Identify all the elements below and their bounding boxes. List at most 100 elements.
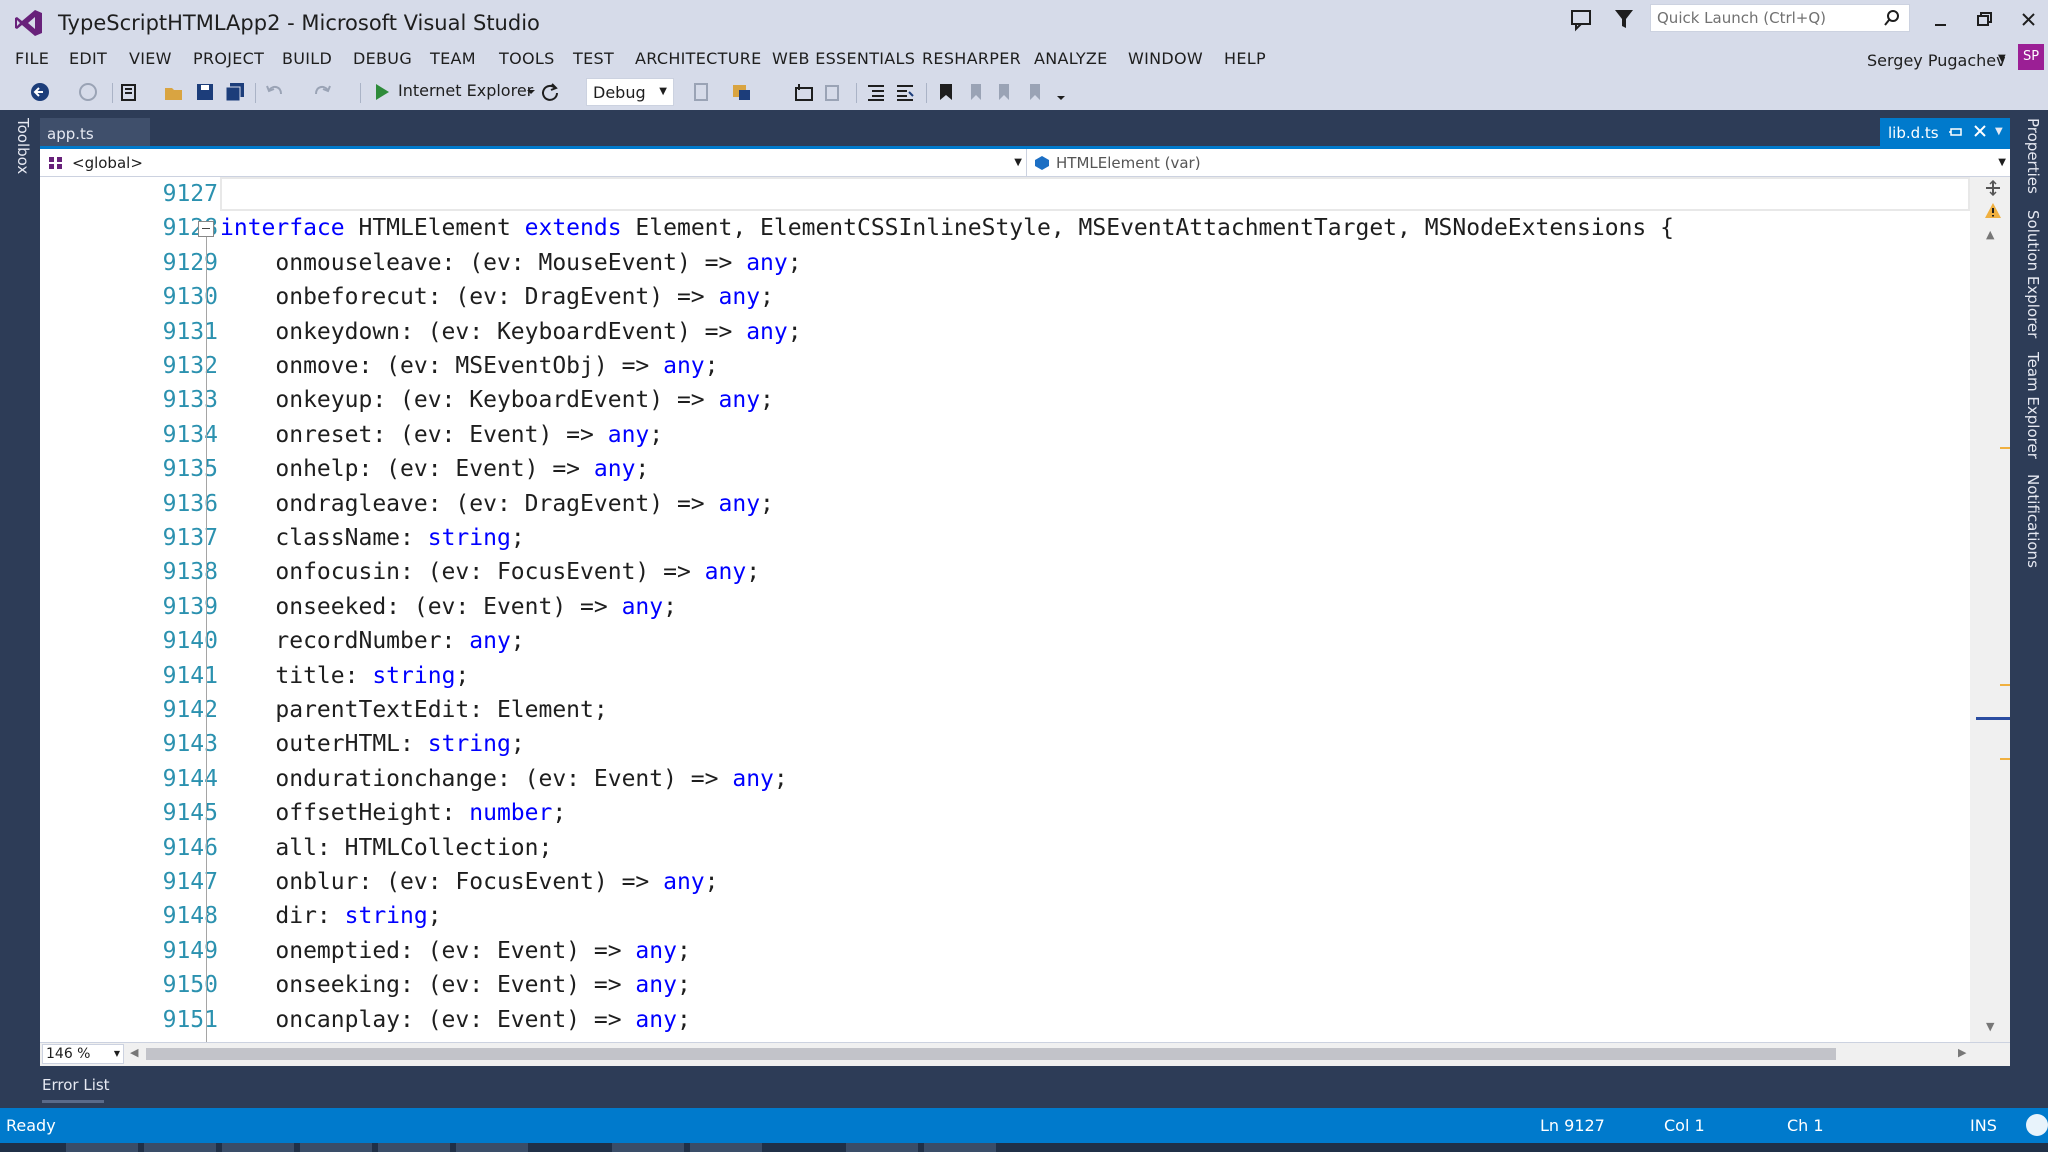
- find-in-files-icon[interactable]: [690, 80, 714, 104]
- scroll-left-icon[interactable]: ◀: [130, 1046, 138, 1059]
- code-editor[interactable]: 9127 9128 interface HTMLElement extends El…: [40, 177, 2010, 1042]
- menu-window[interactable]: WINDOW: [1128, 49, 1203, 68]
- menu-file[interactable]: FILE: [15, 49, 49, 68]
- taskbar-item[interactable]: [846, 1143, 918, 1152]
- menu-test[interactable]: TEST: [573, 49, 614, 68]
- horizontal-scroll-thumb[interactable]: [146, 1048, 1836, 1060]
- code-text[interactable]: onmouseleave: (ev: MouseEvent) => any;: [220, 250, 801, 276]
- code-text[interactable]: ondragleave: (ev: DragEvent) => any;: [220, 491, 774, 517]
- solution-explorer-tab[interactable]: Solution Explorer: [2018, 210, 2042, 338]
- code-line[interactable]: 9147 onblur: (ev: FocusEvent) => any;: [40, 865, 1970, 899]
- code-text[interactable]: onseeking: (ev: Event) => any;: [220, 972, 690, 998]
- taskbar-item[interactable]: [300, 1143, 372, 1152]
- scroll-right-icon[interactable]: ▶: [1958, 1046, 1966, 1059]
- user-name[interactable]: Sergey Pugachev: [1867, 51, 2006, 70]
- feedback-icon[interactable]: [1568, 6, 1594, 32]
- code-text[interactable]: onblur: (ev: FocusEvent) => any;: [220, 869, 718, 895]
- zoom-select[interactable]: 146 % ▼: [42, 1044, 124, 1064]
- new-project-icon[interactable]: [118, 80, 142, 104]
- toolbox-tab[interactable]: Toolbox: [8, 118, 32, 184]
- code-line[interactable]: 9146 all: HTMLCollection;: [40, 831, 1970, 865]
- code-line[interactable]: 9142 parentTextEdit: Element;: [40, 693, 1970, 727]
- code-line[interactable]: 9130 onbeforecut: (ev: DragEvent) => any…: [40, 280, 1970, 314]
- taskbar-item[interactable]: [924, 1143, 996, 1152]
- open-file-icon[interactable]: [162, 80, 186, 104]
- warning-icon[interactable]: [1984, 202, 2002, 220]
- taskbar-item[interactable]: [222, 1143, 294, 1152]
- code-line[interactable]: 9133 onkeyup: (ev: KeyboardEvent) => any…: [40, 383, 1970, 417]
- bookmark-icon[interactable]: [934, 80, 958, 104]
- code-line[interactable]: 9132 onmove: (ev: MSEventObj) => any;: [40, 349, 1970, 383]
- undo-icon[interactable]: [263, 80, 287, 104]
- tab-overflow-icon[interactable]: ▼: [1995, 126, 2003, 137]
- menu-analyze[interactable]: ANALYZE: [1034, 49, 1108, 68]
- code-text[interactable]: offsetHeight: number;: [220, 800, 566, 826]
- filter-icon[interactable]: [1611, 6, 1637, 32]
- taskbar-item[interactable]: [378, 1143, 450, 1152]
- split-window-icon[interactable]: [1985, 180, 2001, 196]
- code-text[interactable]: all: HTMLCollection;: [220, 835, 552, 861]
- comment-lines-icon[interactable]: [864, 80, 888, 104]
- tab-lib-d-ts[interactable]: lib.d.ts: [1880, 118, 2010, 146]
- code-text[interactable]: recordNumber: any;: [220, 628, 524, 654]
- refresh-icon[interactable]: [538, 80, 562, 104]
- menu-team[interactable]: TEAM: [430, 49, 476, 68]
- clear-bookmarks-icon[interactable]: [1024, 80, 1048, 104]
- code-line[interactable]: 9141 title: string;: [40, 659, 1970, 693]
- notifications-tab[interactable]: Notifications: [2018, 474, 2042, 568]
- chevron-down-icon[interactable]: ▼: [1998, 53, 2006, 64]
- run-target-label[interactable]: Internet Explorer: [398, 81, 533, 100]
- menu-web-essentials[interactable]: WEB ESSENTIALS: [772, 49, 915, 68]
- menu-architecture[interactable]: ARCHITECTURE: [635, 49, 762, 68]
- code-text[interactable]: onkeyup: (ev: KeyboardEvent) => any;: [220, 387, 774, 413]
- bookmark-window-icon[interactable]: [730, 80, 754, 104]
- code-line[interactable]: 9149 onemptied: (ev: Event) => any;: [40, 934, 1970, 968]
- code-text[interactable]: className: string;: [220, 525, 524, 551]
- pin-tab-icon[interactable]: [1948, 124, 1964, 140]
- error-list-tab[interactable]: Error List: [42, 1076, 110, 1094]
- chevron-down-icon[interactable]: [524, 80, 538, 104]
- avatar[interactable]: SP: [2018, 44, 2044, 70]
- scroll-up-icon[interactable]: ▲: [1986, 228, 1994, 241]
- save-icon[interactable]: [193, 80, 217, 104]
- code-line[interactable]: 9150 onseeking: (ev: Event) => any;: [40, 968, 1970, 1002]
- code-line[interactable]: 9148 dir: string;: [40, 899, 1970, 933]
- toolbar-overflow-icon[interactable]: [1054, 80, 1068, 104]
- scroll-position-indicator[interactable]: [1976, 717, 2010, 720]
- notification-status-icon[interactable]: [2026, 1114, 2048, 1136]
- quick-launch-input[interactable]: [1651, 5, 1871, 31]
- properties-tab[interactable]: Properties: [2018, 118, 2042, 194]
- code-text[interactable]: onkeydown: (ev: KeyboardEvent) => any;: [220, 319, 801, 345]
- code-text[interactable]: oncanplay: (ev: Event) => any;: [220, 1007, 690, 1033]
- code-line[interactable]: 9135 onhelp: (ev: Event) => any;: [40, 452, 1970, 486]
- redo-icon[interactable]: [310, 80, 334, 104]
- menu-project[interactable]: PROJECT: [193, 49, 264, 68]
- code-text[interactable]: onreset: (ev: Event) => any;: [220, 422, 663, 448]
- code-line[interactable]: 9131 onkeydown: (ev: KeyboardEvent) => a…: [40, 315, 1970, 349]
- code-line[interactable]: 9151 oncanplay: (ev: Event) => any;: [40, 1003, 1970, 1037]
- scope-dropdown[interactable]: <global> ▼: [40, 149, 1027, 176]
- taskbar-item[interactable]: [456, 1143, 528, 1152]
- code-line[interactable]: 9139 onseeked: (ev: Event) => any;: [40, 590, 1970, 624]
- code-line[interactable]: 9136 ondragleave: (ev: DragEvent) => any…: [40, 487, 1970, 521]
- uncomment-lines-icon[interactable]: [893, 80, 917, 104]
- code-text[interactable]: outerHTML: string;: [220, 731, 524, 757]
- vertical-scrollbar[interactable]: [1970, 177, 2010, 1042]
- tab-app-ts[interactable]: app.ts: [40, 118, 150, 146]
- navigate-forward-icon[interactable]: [76, 80, 100, 104]
- member-value[interactable]: HTMLElement (var): [1056, 154, 1201, 172]
- code-text[interactable]: onbeforecut: (ev: DragEvent) => any;: [220, 284, 774, 310]
- menu-debug[interactable]: DEBUG: [353, 49, 412, 68]
- next-bookmark-icon[interactable]: [993, 80, 1017, 104]
- start-debugging-icon[interactable]: [370, 80, 394, 104]
- menu-view[interactable]: VIEW: [129, 49, 172, 68]
- chevron-down-icon[interactable]: ▼: [1998, 157, 2006, 168]
- menu-build[interactable]: BUILD: [282, 49, 332, 68]
- previous-bookmark-icon[interactable]: [963, 80, 987, 104]
- code-line[interactable]: 9145 offsetHeight: number;: [40, 796, 1970, 830]
- code-text[interactable]: onseeked: (ev: Event) => any;: [220, 594, 677, 620]
- save-all-icon[interactable]: [223, 80, 247, 104]
- code-lines[interactable]: 9127 9128 interface HTMLElement extends El…: [40, 177, 1970, 1042]
- code-text[interactable]: onfocusin: (ev: FocusEvent) => any;: [220, 559, 760, 585]
- taskbar-item[interactable]: [66, 1143, 138, 1152]
